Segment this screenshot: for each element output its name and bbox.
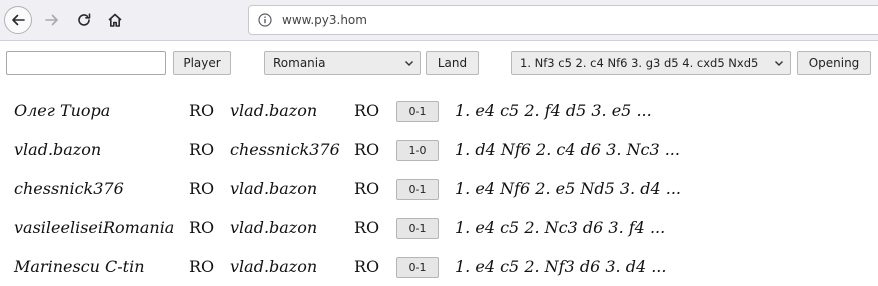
white-player: Marinescu C-tin bbox=[14, 257, 145, 276]
home-button[interactable] bbox=[101, 6, 129, 34]
result-button[interactable]: 0-1 bbox=[396, 257, 439, 278]
reload-icon bbox=[78, 13, 91, 26]
game-moves: 1. d4 Nf6 2. c4 d6 3. Nc3 ... bbox=[455, 140, 680, 159]
opening-select-value: 1. Nf3 c5 2. c4 Nf6 3. g3 d5 4. cxd5 Nxd… bbox=[520, 56, 759, 70]
white-country: RO bbox=[189, 140, 215, 159]
opening-button[interactable]: Opening bbox=[797, 51, 871, 75]
url-text: www.py3.hom bbox=[282, 13, 367, 27]
country-select-value: Romania bbox=[273, 56, 326, 70]
black-country: RO bbox=[354, 218, 380, 237]
black-player: vlad.bazon bbox=[230, 257, 318, 276]
result-label: 0-1 bbox=[408, 261, 427, 274]
result-label: 0-1 bbox=[408, 183, 427, 196]
result-label: 0-1 bbox=[408, 105, 427, 118]
game-row: Marinescu C-tin RO vlad.bazon RO 0-1 1. … bbox=[0, 247, 878, 286]
player-button-label: Player bbox=[183, 56, 221, 70]
opening-select[interactable]: 1. Nf3 c5 2. c4 Nf6 3. g3 d5 4. cxd5 Nxd… bbox=[511, 51, 791, 75]
result-button[interactable]: 1-0 bbox=[396, 140, 439, 161]
result-button[interactable]: 0-1 bbox=[396, 218, 439, 239]
back-button[interactable] bbox=[4, 6, 32, 34]
game-row: vasileeliseiRomania RO vlad.bazon RO 0-1… bbox=[0, 208, 878, 247]
player-button[interactable]: Player bbox=[173, 51, 231, 75]
white-country: RO bbox=[189, 179, 215, 198]
result-button[interactable]: 0-1 bbox=[396, 179, 439, 200]
land-button[interactable]: Land bbox=[426, 51, 479, 75]
reload-button[interactable] bbox=[70, 6, 98, 34]
game-moves: 1. e4 c5 2. Nf3 d6 3. d4 ... bbox=[455, 257, 667, 276]
white-player: vlad.bazon bbox=[14, 140, 102, 159]
black-player: vlad.bazon bbox=[230, 218, 318, 237]
game-moves: 1. e4 c5 2. Nc3 d6 3. f4 ... bbox=[455, 218, 666, 237]
country-select[interactable]: Romania bbox=[264, 51, 421, 75]
white-player: chessnick376 bbox=[14, 179, 124, 198]
land-button-label: Land bbox=[437, 56, 468, 70]
result-label: 0-1 bbox=[408, 222, 427, 235]
black-country: RO bbox=[354, 257, 380, 276]
black-player: chessnick376 bbox=[230, 140, 340, 159]
game-moves: 1. e4 Nf6 2. e5 Nd5 3. d4 ... bbox=[455, 179, 681, 198]
black-player: vlad.bazon bbox=[230, 101, 318, 120]
white-country: RO bbox=[189, 218, 215, 237]
white-country: RO bbox=[189, 257, 215, 276]
white-player: Олег Тиора bbox=[14, 101, 111, 120]
game-moves: 1. e4 c5 2. f4 d5 3. e5 ... bbox=[455, 101, 652, 120]
home-icon bbox=[108, 13, 122, 27]
black-country: RO bbox=[354, 140, 380, 159]
opening-button-label: Opening bbox=[808, 56, 860, 70]
game-row: chessnick376 RO vlad.bazon RO 0-1 1. e4 … bbox=[0, 169, 878, 208]
black-player: vlad.bazon bbox=[230, 179, 318, 198]
arrow-left-icon bbox=[12, 14, 25, 26]
address-bar[interactable]: www.py3.hom bbox=[248, 5, 878, 35]
white-country: RO bbox=[189, 101, 215, 120]
black-country: RO bbox=[354, 179, 380, 198]
forward-button[interactable] bbox=[38, 6, 66, 34]
chevron-down-icon bbox=[775, 61, 783, 66]
info-icon[interactable] bbox=[258, 13, 272, 27]
white-player: vasileeliseiRomania bbox=[14, 218, 175, 237]
player-search-input[interactable] bbox=[6, 51, 166, 75]
browser-toolbar: www.py3.hom bbox=[0, 0, 878, 41]
result-button[interactable]: 0-1 bbox=[396, 101, 439, 122]
game-row: Олег Тиора RO vlad.bazon RO 0-1 1. e4 c5… bbox=[0, 91, 878, 130]
chevron-down-icon bbox=[405, 61, 413, 66]
black-country: RO bbox=[354, 101, 380, 120]
arrow-right-icon bbox=[45, 14, 58, 26]
game-row: vlad.bazon RO chessnick376 RO 1-0 1. d4 … bbox=[0, 130, 878, 169]
result-label: 1-0 bbox=[408, 144, 427, 157]
